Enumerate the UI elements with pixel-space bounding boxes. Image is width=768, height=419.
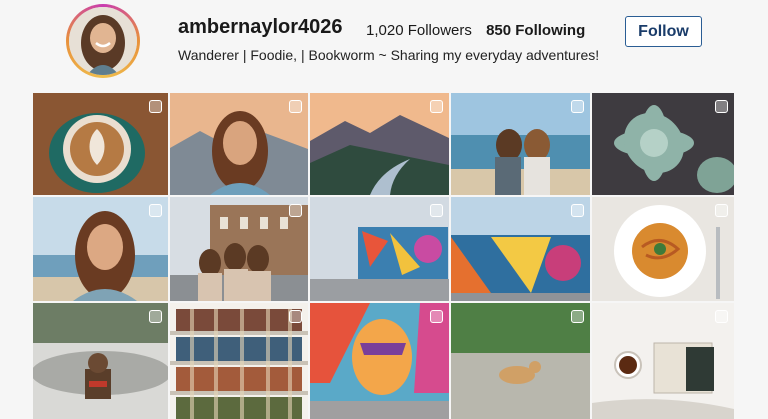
profile-bio: Wanderer | Foodie, | Bookworm ~ Sharing … (178, 47, 600, 63)
followers-count[interactable]: 1,020 Followers (366, 22, 472, 39)
multi-photo-icon (289, 204, 302, 217)
photo-succulent[interactable] (592, 93, 734, 195)
multi-photo-icon (149, 310, 162, 323)
multi-photo-icon (430, 100, 443, 113)
multi-photo-icon (571, 310, 584, 323)
photo-mural-wall[interactable] (451, 197, 590, 301)
multi-photo-icon (715, 310, 728, 323)
multi-photo-icon (571, 204, 584, 217)
photo-latte[interactable] (33, 93, 168, 195)
profile-header: ambernaylor4026 1,020 Followers 850 Foll… (0, 0, 768, 92)
photo-portrait-beach[interactable] (33, 197, 168, 301)
photo-portrait-mountains[interactable] (170, 93, 308, 195)
photo-coffee-book[interactable] (592, 303, 734, 419)
photo-dog-plaza[interactable] (33, 303, 168, 419)
multi-photo-icon (289, 100, 302, 113)
profile-stats: 1,020 Followers 850 Following (366, 22, 591, 39)
photo-graffiti-wall[interactable] (310, 197, 449, 301)
multi-photo-icon (430, 204, 443, 217)
multi-photo-icon (715, 204, 728, 217)
follow-button[interactable]: Follow (625, 16, 702, 47)
photo-bookshelf[interactable] (170, 303, 308, 419)
photo-grid (33, 93, 734, 419)
multi-photo-icon (571, 100, 584, 113)
photo-dog-park[interactable] (451, 303, 590, 419)
multi-photo-icon (715, 100, 728, 113)
multi-photo-icon (430, 310, 443, 323)
username[interactable]: ambernaylor4026 (178, 16, 343, 39)
photo-friends-beach[interactable] (451, 93, 590, 195)
multi-photo-icon (289, 310, 302, 323)
avatar[interactable] (69, 7, 137, 75)
photo-friends-street[interactable] (170, 197, 308, 301)
photo-pasta[interactable] (592, 197, 734, 301)
avatar-ring[interactable] (66, 4, 140, 78)
photo-mural-face[interactable] (310, 303, 449, 419)
following-count[interactable]: 850 Following (486, 22, 585, 39)
photo-river-valley[interactable] (310, 93, 449, 195)
multi-photo-icon (149, 100, 162, 113)
multi-photo-icon (149, 204, 162, 217)
